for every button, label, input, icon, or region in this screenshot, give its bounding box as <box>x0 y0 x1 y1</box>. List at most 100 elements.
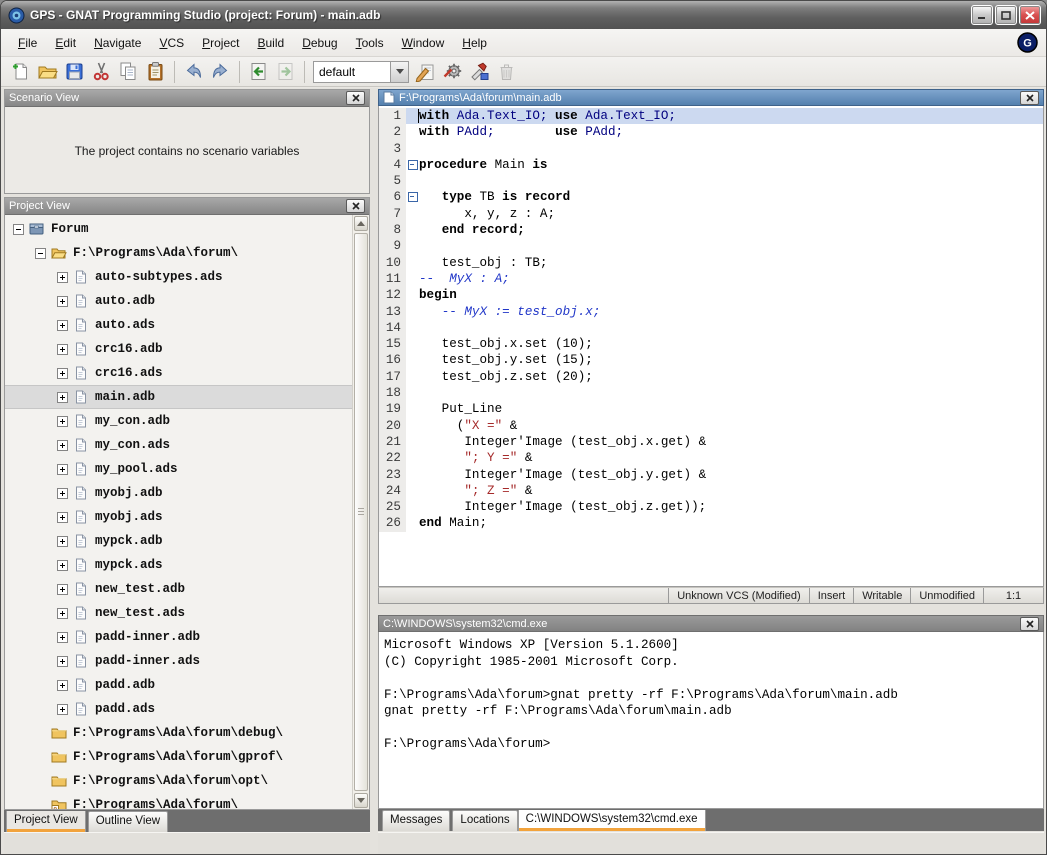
build-main-icon[interactable] <box>466 59 493 85</box>
code-line-19[interactable]: 19 Put_Line <box>379 401 1043 417</box>
code-line-5[interactable]: 5 <box>379 173 1043 189</box>
expand-icon[interactable] <box>57 704 68 715</box>
code-line-10[interactable]: 10 test_obj : TB; <box>379 255 1043 271</box>
code-line-26[interactable]: 26end Main; <box>379 515 1043 531</box>
save-icon[interactable] <box>61 59 88 85</box>
expand-icon[interactable] <box>57 680 68 691</box>
project-tree-scrollbar[interactable] <box>352 215 369 809</box>
code-line-9[interactable]: 9 <box>379 238 1043 254</box>
expand-icon[interactable] <box>57 560 68 571</box>
collapse-icon[interactable] <box>35 248 46 259</box>
tree-item-f-programs-ada-forum[interactable]: F:\Programs\Ada\forum\ <box>5 241 352 265</box>
scrollbar-thumb[interactable] <box>354 233 368 791</box>
tree-item-f-programs-ada-forum-opt[interactable]: F:\Programs\Ada\forum\opt\ <box>5 769 352 793</box>
menu-project[interactable]: Project <box>193 33 248 53</box>
tab-locations[interactable]: Locations <box>452 810 517 831</box>
scroll-down-icon[interactable] <box>354 793 368 808</box>
expand-icon[interactable] <box>57 536 68 547</box>
horizontal-splitter[interactable] <box>378 604 1044 615</box>
code-line-7[interactable]: 7 x, y, z : A; <box>379 206 1043 222</box>
menu-build[interactable]: Build <box>248 33 293 53</box>
code-line-20[interactable]: 20 ("X =" & <box>379 418 1043 434</box>
code-line-14[interactable]: 14 <box>379 320 1043 336</box>
code-line-1[interactable]: 1with Ada.Text_IO; use Ada.Text_IO; <box>379 108 1043 124</box>
code-line-11[interactable]: 11-- MyX : A; <box>379 271 1043 287</box>
code-editor[interactable]: 1with Ada.Text_IO; use Ada.Text_IO;2with… <box>378 106 1044 587</box>
chevron-down-icon[interactable] <box>390 62 408 82</box>
tree-item-my-con.ads[interactable]: my_con.ads <box>5 433 352 457</box>
collapse-icon[interactable] <box>13 224 24 235</box>
console-close-icon[interactable] <box>1020 617 1039 631</box>
tree-item-auto.adb[interactable]: auto.adb <box>5 289 352 313</box>
editor-close-icon[interactable] <box>1020 91 1039 105</box>
console-output[interactable]: Microsoft Windows XP [Version 5.1.2600](… <box>378 632 1044 809</box>
go-back-icon[interactable] <box>245 59 272 85</box>
compile-file-icon[interactable] <box>412 59 439 85</box>
code-line-8[interactable]: 8 end record; <box>379 222 1043 238</box>
expand-icon[interactable] <box>57 272 68 283</box>
tab-project-view[interactable]: Project View <box>6 811 86 832</box>
console-title-bar[interactable]: C:\WINDOWS\system32\cmd.exe <box>378 615 1044 632</box>
code-line-3[interactable]: 3 <box>379 141 1043 157</box>
tree-item-crc16.adb[interactable]: crc16.adb <box>5 337 352 361</box>
menu-window[interactable]: Window <box>393 33 454 53</box>
expand-icon[interactable] <box>57 344 68 355</box>
code-line-22[interactable]: 22 "; Y =" & <box>379 450 1043 466</box>
tree-item-f-programs-ada-forum-debug[interactable]: F:\Programs\Ada\forum\debug\ <box>5 721 352 745</box>
menu-vcs[interactable]: VCS <box>150 33 193 53</box>
fold-collapse-icon[interactable] <box>406 157 419 173</box>
expand-icon[interactable] <box>57 656 68 667</box>
tab-messages[interactable]: Messages <box>382 810 450 831</box>
tree-item-myobj.ads[interactable]: myobj.ads <box>5 505 352 529</box>
tree-item-my-con.adb[interactable]: my_con.adb <box>5 409 352 433</box>
tree-item-new-test.adb[interactable]: new_test.adb <box>5 577 352 601</box>
editor-title-bar[interactable]: F:\Programs\Ada\forum\main.adb <box>378 89 1044 106</box>
tree-item-auto-subtypes.ads[interactable]: auto-subtypes.ads <box>5 265 352 289</box>
tree-item-mypck.adb[interactable]: mypck.adb <box>5 529 352 553</box>
expand-icon[interactable] <box>57 632 68 643</box>
code-line-25[interactable]: 25 Integer'Image (test_obj.z.get)); <box>379 499 1043 515</box>
redo-icon[interactable] <box>207 59 234 85</box>
code-line-12[interactable]: 12begin <box>379 287 1043 303</box>
fold-collapse-icon[interactable] <box>406 189 419 205</box>
menu-help[interactable]: Help <box>453 33 496 53</box>
expand-icon[interactable] <box>57 440 68 451</box>
tree-item-myobj.adb[interactable]: myobj.adb <box>5 481 352 505</box>
expand-icon[interactable] <box>57 512 68 523</box>
menu-edit[interactable]: Edit <box>46 33 85 53</box>
tree-item-f-programs-ada-forum-gprof[interactable]: F:\Programs\Ada\forum\gprof\ <box>5 745 352 769</box>
tree-item-forum[interactable]: Forum <box>5 217 352 241</box>
code-line-23[interactable]: 23 Integer'Image (test_obj.y.get) & <box>379 467 1043 483</box>
code-line-13[interactable]: 13 -- MyX := test_obj.x; <box>379 304 1043 320</box>
code-line-6[interactable]: 6 type TB is record <box>379 189 1043 205</box>
expand-icon[interactable] <box>57 608 68 619</box>
scenario-view-close-icon[interactable] <box>346 91 365 105</box>
expand-icon[interactable] <box>57 416 68 427</box>
tree-item-padd-inner.ads[interactable]: padd-inner.ads <box>5 649 352 673</box>
open-folder-icon[interactable] <box>34 59 61 85</box>
minimize-button[interactable] <box>971 5 993 25</box>
code-line-16[interactable]: 16 test_obj.y.set (15); <box>379 352 1043 368</box>
copy-icon[interactable] <box>115 59 142 85</box>
expand-icon[interactable] <box>57 488 68 499</box>
expand-icon[interactable] <box>57 392 68 403</box>
expand-icon[interactable] <box>57 464 68 475</box>
new-file-icon[interactable] <box>7 59 34 85</box>
build-project-icon[interactable] <box>439 59 466 85</box>
scroll-up-icon[interactable] <box>354 216 368 231</box>
tab-c-windows-system32-cmd.exe[interactable]: C:\WINDOWS\system32\cmd.exe <box>518 810 706 831</box>
paste-icon[interactable] <box>142 59 169 85</box>
tree-item-mypck.ads[interactable]: mypck.ads <box>5 553 352 577</box>
tree-item-main.adb[interactable]: main.adb <box>5 385 352 409</box>
project-view-close-icon[interactable] <box>346 199 365 213</box>
tree-item-auto.ads[interactable]: auto.ads <box>5 313 352 337</box>
close-button[interactable] <box>1019 5 1041 25</box>
tab-outline-view[interactable]: Outline View <box>88 811 168 832</box>
menu-file[interactable]: File <box>9 33 46 53</box>
expand-icon[interactable] <box>57 320 68 331</box>
scenario-view-header[interactable]: Scenario View <box>5 90 369 107</box>
tree-item-padd.adb[interactable]: padd.adb <box>5 673 352 697</box>
menu-debug[interactable]: Debug <box>293 33 346 53</box>
tree-item-crc16.ads[interactable]: crc16.ads <box>5 361 352 385</box>
menu-tools[interactable]: Tools <box>347 33 393 53</box>
